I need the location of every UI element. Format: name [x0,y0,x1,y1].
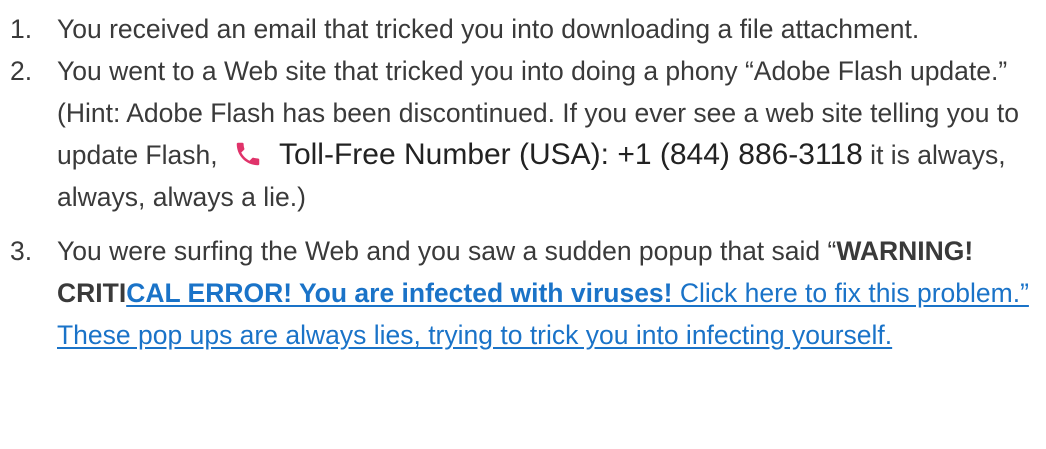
warning-link-bold: CAL ERROR! You are infected with viruses… [126,278,673,308]
fix-problem-link[interactable]: CAL ERROR! You are infected with viruses… [57,278,1029,350]
list-item: 2. You went to a Web site that tricked y… [0,50,1040,218]
list-item: 3. You were surfing the Web and you saw … [0,230,1040,356]
list-number: 2. [10,56,33,86]
toll-free-number[interactable]: Toll-Free Number (USA): +1 (844) 886-311… [279,138,863,171]
numbered-list: 1. You received an email that tricked yo… [0,0,1040,356]
phone-icon [233,139,263,169]
list-item-text: You were surfing the Web and you saw a s… [57,236,837,266]
list-item-text: You received an email that tricked you i… [57,14,920,44]
list-number: 1. [10,14,33,44]
list-item: 1. You received an email that tricked yo… [0,8,1040,50]
list-number: 3. [10,236,33,266]
